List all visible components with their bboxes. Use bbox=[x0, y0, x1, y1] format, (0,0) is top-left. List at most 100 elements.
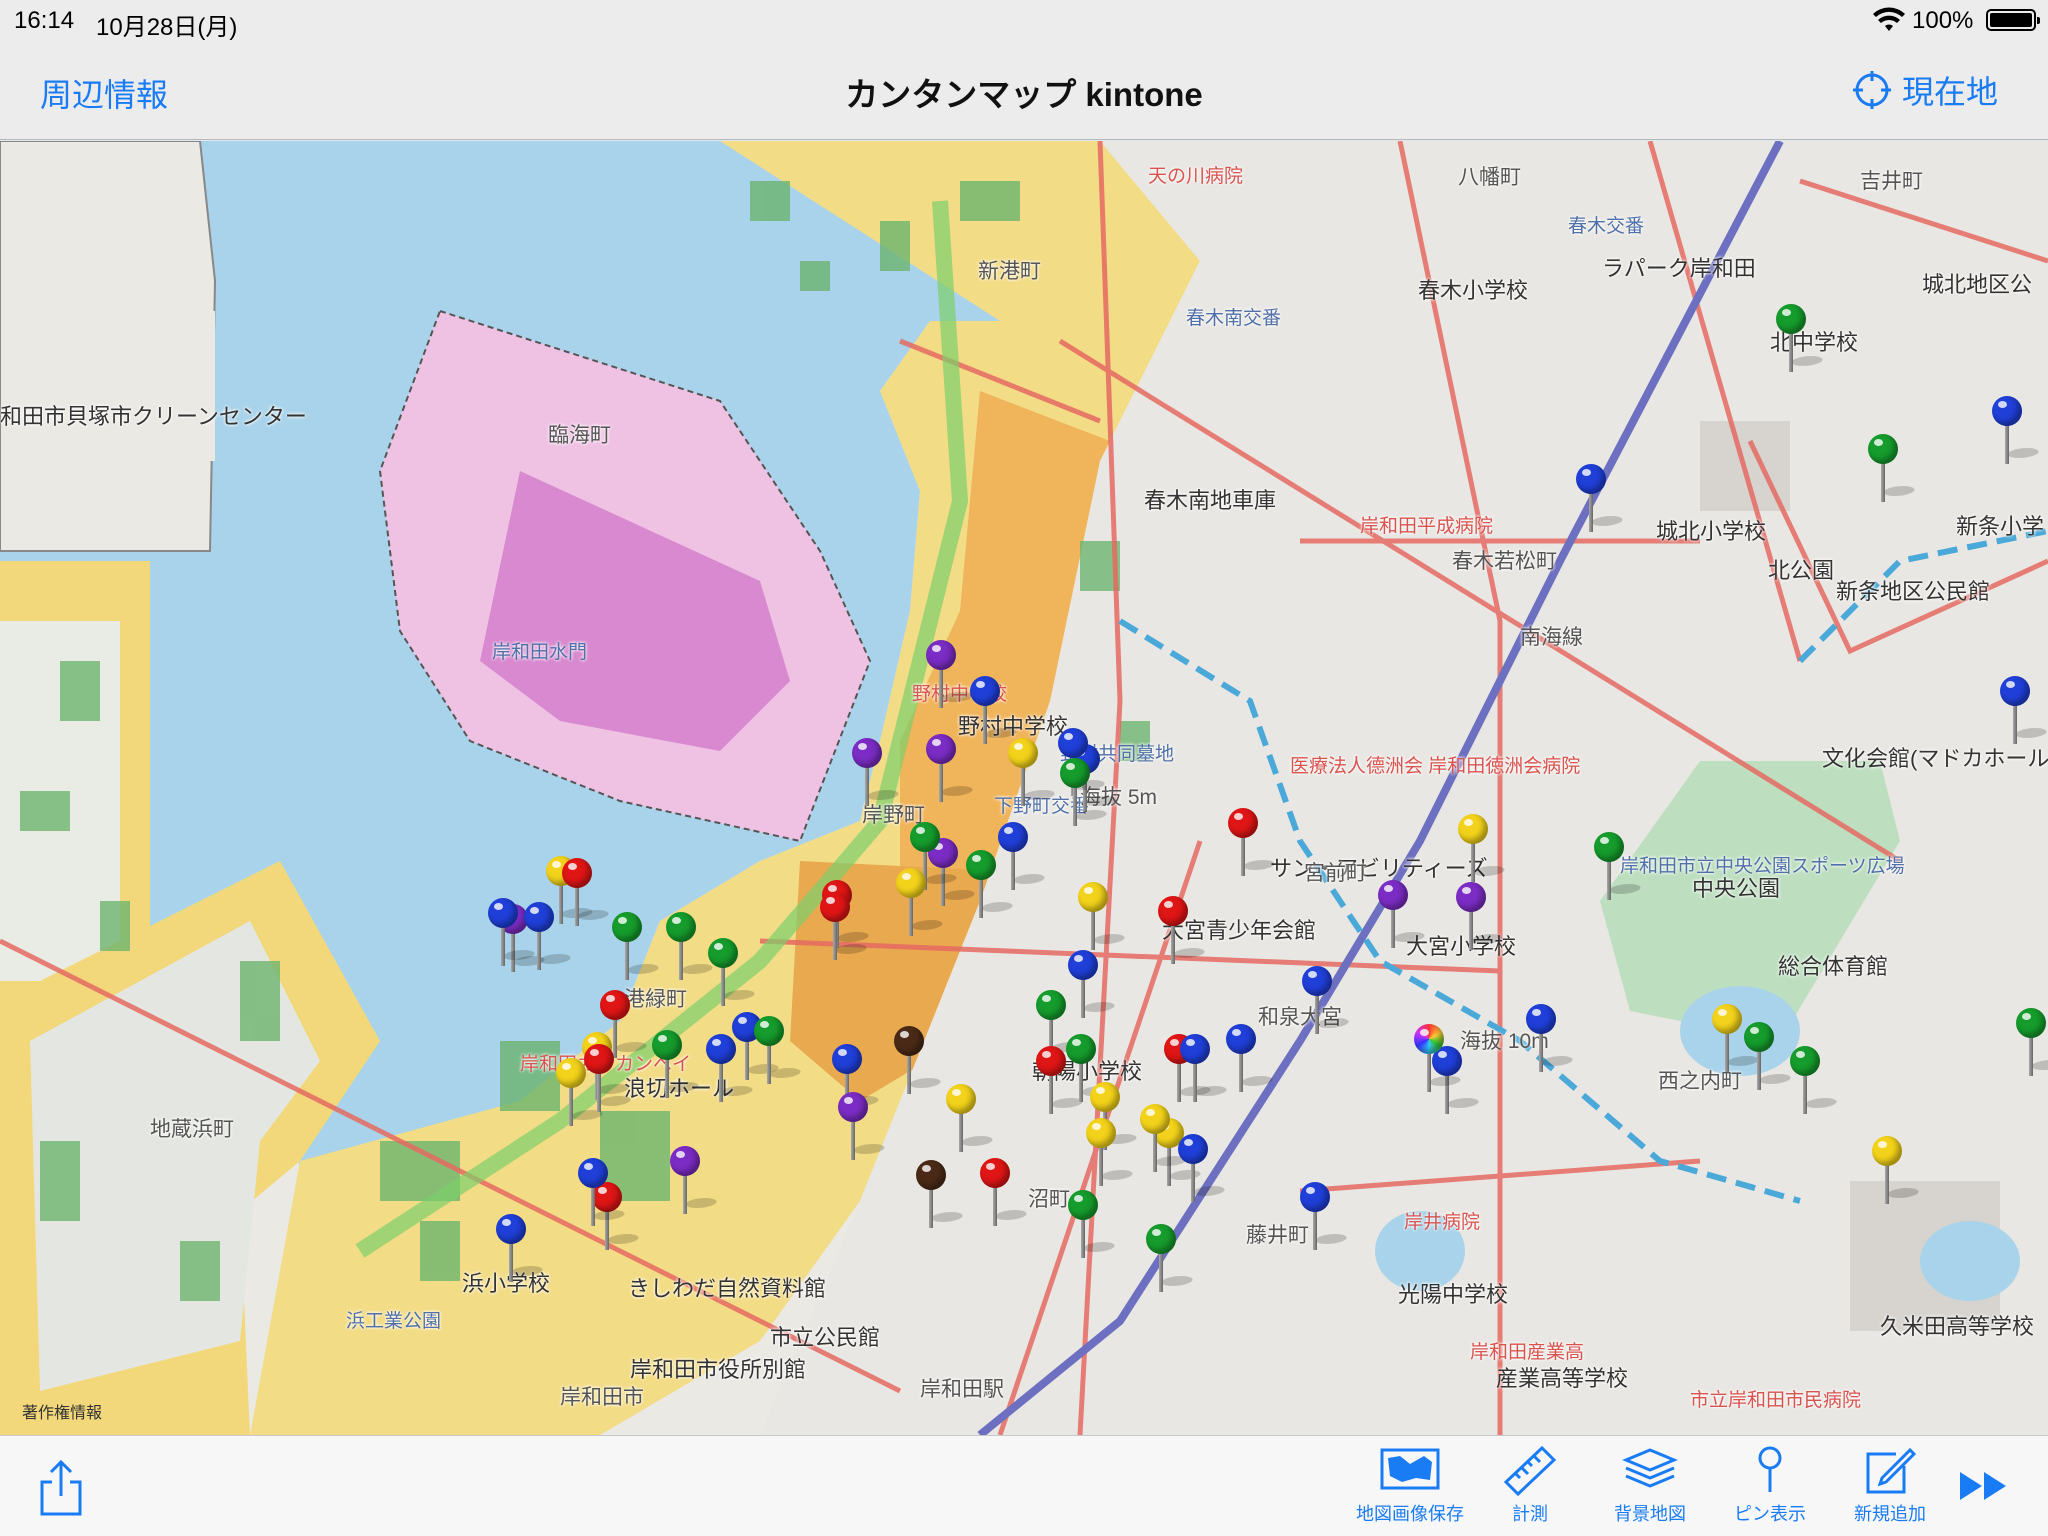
map-pin-red[interactable] bbox=[582, 1044, 635, 1114]
map-pin-rainbow[interactable] bbox=[1412, 1024, 1465, 1094]
pin-head bbox=[1178, 1134, 1208, 1164]
pin-head bbox=[1526, 1004, 1556, 1034]
map-pin-blue[interactable] bbox=[1224, 1024, 1277, 1094]
map-label: 八幡町 bbox=[1458, 166, 1521, 189]
pin-head bbox=[946, 1084, 976, 1114]
map-pin-red[interactable] bbox=[978, 1158, 1031, 1228]
map-pin-blue[interactable] bbox=[494, 1214, 547, 1284]
map-pin-green[interactable] bbox=[650, 1030, 703, 1100]
map-label: 岸和田産業高 bbox=[1470, 1342, 1585, 1363]
map-label: 市立公民館 bbox=[770, 1325, 881, 1350]
map-pin-blue[interactable] bbox=[1524, 1004, 1577, 1074]
map-pin-blue[interactable] bbox=[522, 902, 575, 972]
map-pin-yellow[interactable] bbox=[1138, 1104, 1191, 1174]
map-label: 天の川病院 bbox=[1148, 166, 1244, 187]
map-pin-green[interactable] bbox=[752, 1016, 805, 1086]
map-pin-green[interactable] bbox=[706, 938, 759, 1008]
map-pin-red[interactable] bbox=[1226, 808, 1279, 878]
map-pin-purple[interactable] bbox=[668, 1146, 721, 1216]
pin-head bbox=[896, 868, 926, 898]
map-pin-brown[interactable] bbox=[892, 1026, 945, 1096]
share-icon[interactable] bbox=[36, 1458, 86, 1518]
pin-stem bbox=[1789, 332, 1793, 372]
crosshair-icon bbox=[1853, 71, 1891, 109]
map-label: 春木小学校 bbox=[1418, 278, 1529, 303]
pin-stem bbox=[1091, 910, 1095, 950]
add-new-button[interactable]: 新規追加 bbox=[1830, 1444, 1950, 1526]
map-label: 岸和田市役所別館 bbox=[630, 1357, 807, 1382]
map-view[interactable]: 和田市貝塚市クリーンセンター 臨海町 岸和田水門 新港町 天の川病院 八幡町 春木交番 吉井町… bbox=[0, 141, 2048, 1435]
map-pin-blue[interactable] bbox=[968, 676, 1021, 746]
map-pin-green[interactable] bbox=[1066, 1190, 1119, 1260]
map-pin-blue[interactable] bbox=[1300, 966, 1353, 1036]
battery-icon bbox=[1986, 9, 2040, 31]
map-pin-yellow[interactable] bbox=[1006, 738, 1059, 808]
map-pin-red[interactable] bbox=[1034, 1046, 1087, 1116]
page-title: カンタンマップ kintone bbox=[845, 76, 1203, 113]
map-pin-green[interactable] bbox=[2014, 1008, 2048, 1078]
map-pin-blue[interactable] bbox=[1298, 1182, 1351, 1252]
pin-stem bbox=[1073, 786, 1077, 826]
base-map-button[interactable]: 背景地図 bbox=[1590, 1444, 1710, 1526]
pin-head bbox=[1302, 966, 1332, 996]
map-pin-blue[interactable] bbox=[1066, 950, 1119, 1020]
map-pin-brown[interactable] bbox=[914, 1160, 967, 1230]
map-pin-yellow[interactable] bbox=[1870, 1136, 1923, 1206]
current-location-button[interactable]: 現在地 bbox=[1852, 68, 1998, 112]
map-pin-green[interactable] bbox=[1788, 1046, 1841, 1116]
map-pin-green[interactable] bbox=[1866, 434, 1919, 504]
map-pin-green[interactable] bbox=[1592, 832, 1645, 902]
fast-forward-icon[interactable] bbox=[1956, 1466, 2012, 1506]
map-pin-yellow[interactable] bbox=[1084, 1118, 1137, 1188]
map-pin-yellow[interactable] bbox=[944, 1084, 997, 1154]
pin-head bbox=[1414, 1024, 1444, 1054]
map-label: きしわだ自然資料館 bbox=[628, 1276, 827, 1301]
map-pin-yellow[interactable] bbox=[1456, 814, 1509, 884]
map-pin-yellow[interactable] bbox=[1076, 882, 1129, 952]
map-pin-green[interactable] bbox=[664, 912, 717, 982]
map-pin-red[interactable] bbox=[818, 892, 871, 962]
map-pin-yellow[interactable] bbox=[894, 868, 947, 938]
map-pin-green[interactable] bbox=[1058, 758, 1111, 828]
pin-stem bbox=[1427, 1052, 1431, 1092]
map-pin-blue[interactable] bbox=[1176, 1134, 1229, 1204]
map-pin-yellow[interactable] bbox=[1710, 1004, 1763, 1074]
map-pin-blue[interactable] bbox=[1178, 1034, 1231, 1104]
map-pin-red[interactable] bbox=[560, 858, 613, 928]
map-pin-green[interactable] bbox=[1742, 1022, 1795, 1092]
pin-head bbox=[1458, 814, 1488, 844]
pin-display-button[interactable]: ピン表示 bbox=[1710, 1444, 1830, 1526]
map-label: 和田市貝塚市クリーンセンター bbox=[0, 404, 307, 429]
pin-head bbox=[1872, 1136, 1902, 1166]
pin-head bbox=[524, 902, 554, 932]
map-pin-blue[interactable] bbox=[996, 822, 1049, 892]
map-pin-blue[interactable] bbox=[1998, 676, 2048, 746]
map-pin-green[interactable] bbox=[1144, 1224, 1197, 1294]
map-pin-green[interactable] bbox=[964, 850, 1017, 920]
map-pin-green[interactable] bbox=[610, 912, 663, 982]
pin-head bbox=[1078, 882, 1108, 912]
map-pin-purple[interactable] bbox=[836, 1092, 889, 1162]
pin-head bbox=[832, 1044, 862, 1074]
map-pin-red[interactable] bbox=[1156, 896, 1209, 966]
attribution-link[interactable]: 著作権情報 bbox=[22, 1399, 102, 1423]
map-pin-blue[interactable] bbox=[1990, 396, 2043, 466]
map-pin-green[interactable] bbox=[1774, 304, 1827, 374]
save-map-image-button[interactable]: 地図画像保存 bbox=[1350, 1444, 1470, 1526]
map-image-icon bbox=[1380, 1448, 1440, 1490]
pin-head bbox=[2000, 676, 2030, 706]
map-pin-blue[interactable] bbox=[576, 1158, 629, 1228]
map-pin-purple[interactable] bbox=[1454, 882, 1507, 952]
measure-button[interactable]: 計測 bbox=[1470, 1444, 1590, 1526]
pin-head bbox=[1228, 808, 1258, 838]
pin-stem bbox=[1171, 924, 1175, 964]
map-pin-purple[interactable] bbox=[924, 734, 977, 804]
map-pin-purple[interactable] bbox=[850, 738, 903, 808]
map-pin-blue[interactable] bbox=[486, 898, 539, 968]
map-pin-purple[interactable] bbox=[924, 640, 977, 710]
pin-head bbox=[820, 892, 850, 922]
map-pin-purple[interactable] bbox=[1376, 880, 1429, 950]
map-label: 春木交番 bbox=[1568, 216, 1645, 237]
map-pin-blue[interactable] bbox=[1574, 464, 1627, 534]
pin-stem bbox=[509, 1242, 513, 1282]
